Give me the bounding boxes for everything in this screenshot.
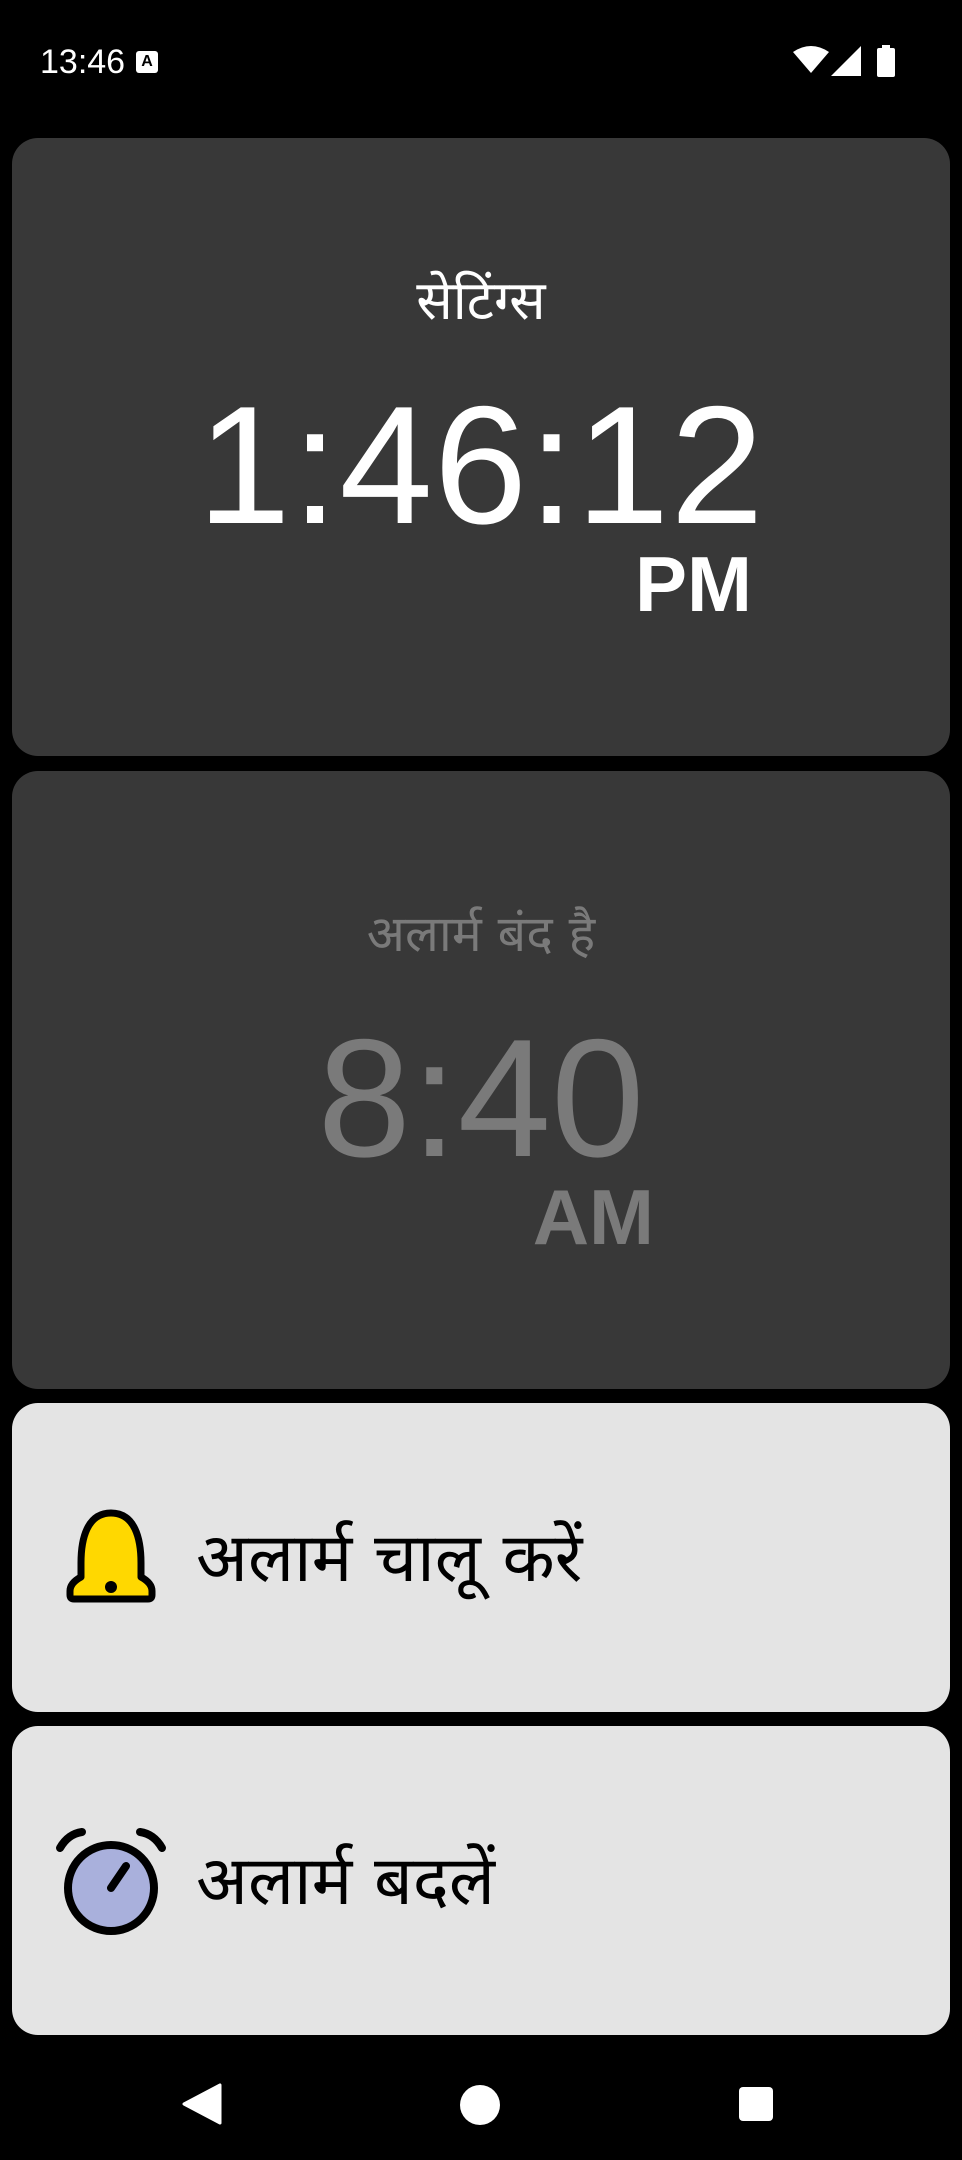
status-time: 13:46 [40, 43, 126, 81]
wifi-icon [793, 46, 829, 73]
status-bar: 13:46 A [0, 0, 962, 125]
current-time: 1:46:12 [197, 371, 765, 559]
navigation-bar [0, 2035, 962, 2160]
enable-alarm-button[interactable]: अलार्म चालू करें [12, 1403, 950, 1712]
alarm-clock-icon [56, 1828, 166, 1935]
alarm-time: 8:40 [317, 1004, 645, 1192]
back-icon[interactable] [182, 2083, 224, 2125]
alarm-status-card[interactable]: अलार्म बंद है 8:40 AM [12, 771, 950, 1389]
home-icon[interactable] [458, 2083, 502, 2127]
change-alarm-button[interactable]: अलार्म बदलें [12, 1726, 950, 2035]
battery-icon [877, 45, 895, 77]
enable-alarm-label: अलार्म चालू करें [196, 1519, 583, 1598]
alarm-time-ampm: AM [532, 1173, 654, 1261]
bell-icon [66, 1509, 156, 1603]
settings-clock-card[interactable]: सेटिंग्स 1:46:12 PM [12, 138, 950, 756]
current-time-ampm: PM [635, 540, 752, 628]
recents-icon[interactable] [738, 2086, 774, 2122]
settings-title: सेटिंग्स [416, 269, 546, 332]
signal-icon [831, 46, 861, 76]
alarm-status-text: अलार्म बंद है [366, 905, 596, 963]
text-a-icon: A [136, 51, 158, 73]
change-alarm-label: अलार्म बदलें [196, 1842, 495, 1921]
